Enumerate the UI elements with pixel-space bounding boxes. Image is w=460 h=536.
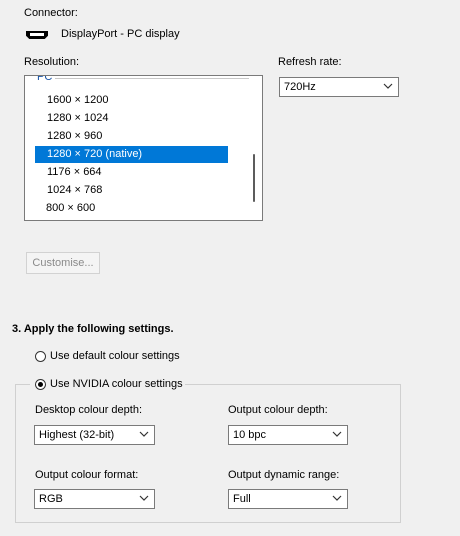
output-colour-depth-label: Output colour depth: bbox=[228, 404, 328, 416]
resolution-item-1176x664[interactable]: 1176 × 664 bbox=[35, 164, 228, 181]
resolution-item-1600x1200[interactable]: 1600 × 1200 bbox=[35, 92, 228, 109]
output-dynamic-range-dropdown[interactable]: Full bbox=[228, 489, 348, 509]
resolution-list[interactable]: PC 1600 × 1200 1280 × 1024 1280 × 960 12… bbox=[24, 75, 263, 221]
customise-button[interactable]: Customise... bbox=[26, 252, 100, 274]
refresh-rate-value: 720Hz bbox=[284, 81, 316, 93]
output-dynamic-range-value: Full bbox=[233, 493, 251, 505]
output-colour-depth-dropdown[interactable]: 10 bpc bbox=[228, 425, 348, 445]
list-scrollbar-thumb[interactable] bbox=[253, 154, 255, 202]
displayport-icon bbox=[26, 31, 48, 39]
connector-label: Connector: bbox=[24, 7, 78, 19]
desktop-colour-depth-dropdown[interactable]: Highest (32-bit) bbox=[34, 425, 155, 445]
resolution-item-1280x960[interactable]: 1280 × 960 bbox=[35, 128, 228, 145]
output-colour-format-dropdown[interactable]: RGB bbox=[34, 489, 155, 509]
resolution-group-header: PC bbox=[37, 75, 53, 83]
output-colour-depth-value: 10 bpc bbox=[233, 429, 267, 441]
refresh-rate-label: Refresh rate: bbox=[278, 56, 342, 68]
chevron-down-icon bbox=[332, 495, 342, 501]
desktop-colour-depth-value: Highest (32-bit) bbox=[39, 429, 115, 441]
chevron-down-icon bbox=[332, 431, 342, 437]
output-colour-format-label: Output colour format: bbox=[35, 469, 139, 481]
resolution-label: Resolution: bbox=[24, 56, 80, 68]
radio-nvidia-label: Use NVIDIA colour settings bbox=[50, 378, 183, 390]
chevron-down-icon bbox=[139, 431, 149, 437]
connector-value: DisplayPort - PC display bbox=[61, 28, 180, 40]
radio-default-label: Use default colour settings bbox=[50, 350, 180, 362]
resolution-item-1280x720-selected[interactable]: 1280 × 720 (native) bbox=[35, 146, 228, 163]
desktop-colour-depth-label: Desktop colour depth: bbox=[35, 404, 143, 416]
group-divider bbox=[55, 78, 249, 79]
refresh-rate-dropdown[interactable]: 720Hz bbox=[279, 77, 399, 97]
chevron-down-icon bbox=[383, 83, 393, 89]
resolution-item-1280x1024[interactable]: 1280 × 1024 bbox=[35, 110, 228, 127]
output-colour-format-value: RGB bbox=[39, 493, 63, 505]
radio-default-colour[interactable] bbox=[35, 351, 46, 362]
chevron-down-icon bbox=[139, 495, 149, 501]
radio-nvidia-colour[interactable] bbox=[35, 379, 46, 390]
output-dynamic-range-label: Output dynamic range: bbox=[228, 469, 340, 481]
resolution-item-1024x768[interactable]: 1024 × 768 bbox=[35, 182, 228, 199]
section-3-title: 3. Apply the following settings. bbox=[12, 323, 174, 335]
resolution-item-800x600[interactable]: 800 × 600 bbox=[34, 200, 227, 217]
